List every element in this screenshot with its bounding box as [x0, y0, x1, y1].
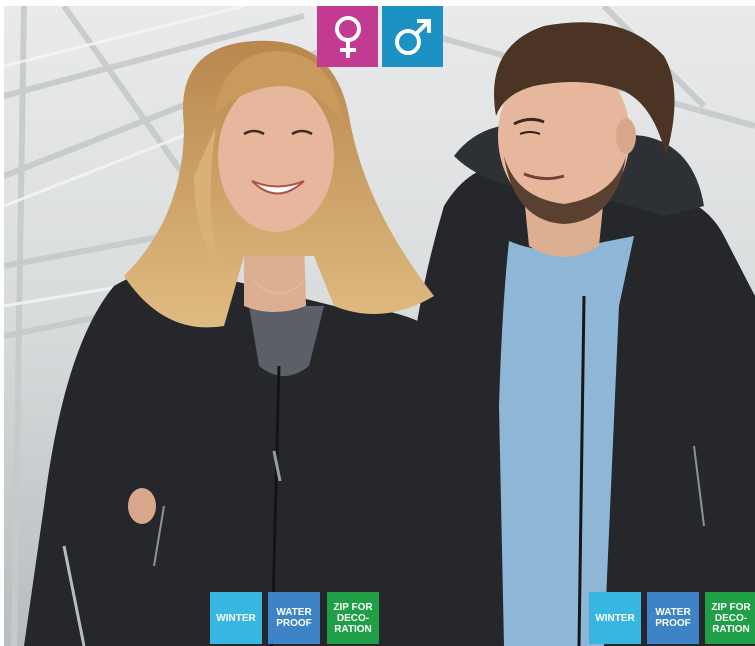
product-image-frame: WINTER WATER PROOF ZIP FOR DECO- RATION … — [0, 0, 755, 646]
female-symbol-icon — [317, 6, 378, 67]
badge-zip-for-decoration-right: ZIP FOR DECO- RATION — [705, 592, 755, 644]
badge-waterproof-right: WATER PROOF — [647, 592, 699, 644]
badge-zip-for-decoration-left: ZIP FOR DECO- RATION — [327, 592, 379, 644]
photo-scene — [4, 6, 755, 646]
badge-winter-left: WINTER — [210, 592, 262, 644]
product-photo — [4, 6, 755, 646]
badge-waterproof-left: WATER PROOF — [268, 592, 320, 644]
badge-winter-right: WINTER — [589, 592, 641, 644]
male-symbol-icon — [382, 6, 443, 67]
